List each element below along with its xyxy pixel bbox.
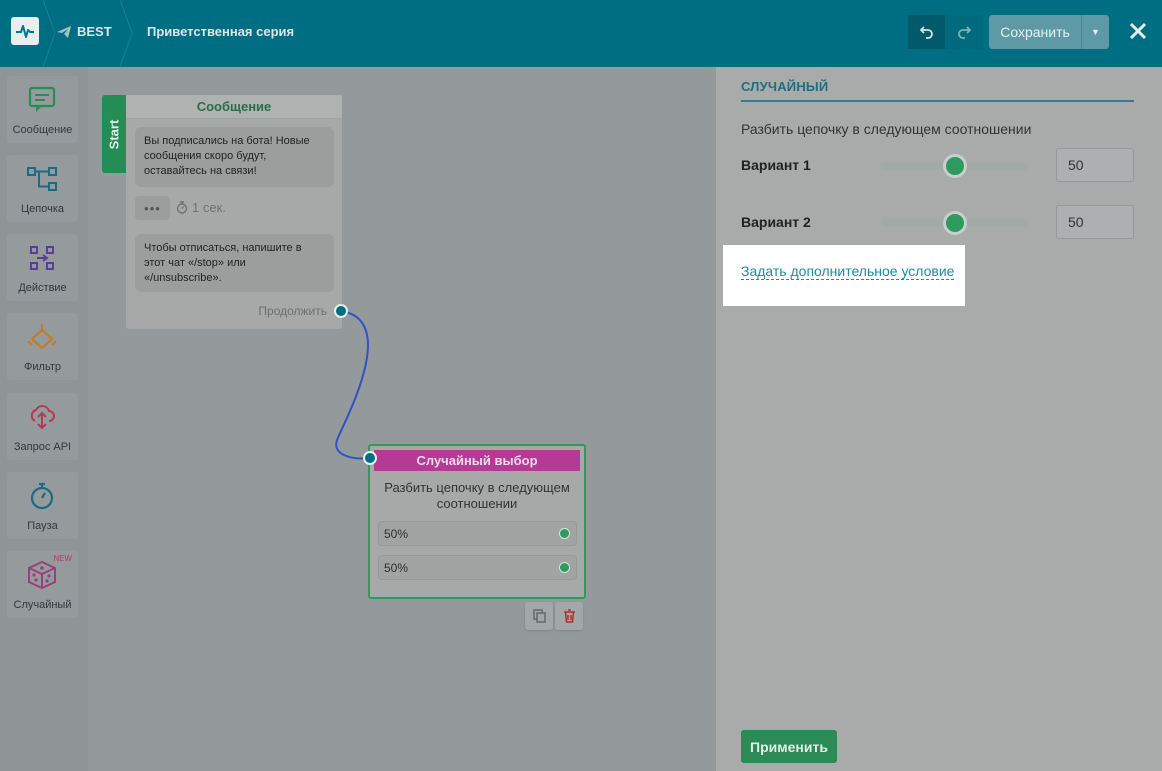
close-icon [1129,22,1147,40]
random-option-row[interactable]: 50% [378,555,577,580]
panel-title: СЛУЧАЙНЫЙ [741,79,829,94]
variant-value-input[interactable]: 50 [1056,205,1134,239]
api-request-icon [30,405,55,430]
chain-icon [27,167,57,191]
panel-subtitle: Разбить цепочку в следующем соотношении [741,121,1032,137]
random-option-row[interactable]: 50% [378,521,577,546]
option-percent: 50% [384,560,409,575]
panel-divider [741,100,1134,102]
breadcrumb-bot[interactable]: BEST [57,24,112,39]
message-icon [28,86,56,112]
option-output-port[interactable] [559,528,570,539]
copy-node-button[interactable] [525,602,553,630]
variant-slider[interactable] [881,154,1029,178]
random-node[interactable]: Случайный выбор Разбить цепочку в следую… [368,444,586,599]
tool-label: Действие [18,282,67,294]
delay-indicator: 1 сек. [176,200,226,215]
tool-pause[interactable]: Пауза [7,472,78,539]
pulse-logo-icon [16,25,34,38]
redo-icon [958,26,971,39]
redo-button[interactable] [945,15,983,49]
dice-icon [28,561,56,589]
breadcrumb-separator [42,0,56,67]
pause-icon [30,482,54,510]
delay-text: 1 сек. [192,200,226,215]
app-logo[interactable] [11,17,39,45]
variant-label: Вариант 2 [741,214,811,230]
history-controls [908,15,983,49]
undo-button[interactable] [908,15,945,49]
tool-action[interactable]: Действие [7,234,78,301]
delete-node-button[interactable] [555,602,583,630]
trash-icon [563,609,575,623]
tool-label: Фильтр [24,361,61,373]
option-output-port[interactable] [559,562,570,573]
message-bubble: Чтобы отписаться, напишите в этот чат «/… [135,234,334,292]
tool-random[interactable]: NEW Случайный [7,551,78,618]
message-node-title: Сообщение [126,95,342,119]
tool-label: Цепочка [21,203,64,215]
tool-api-request[interactable]: Запрос API [7,393,78,460]
message-bubble: Вы подписались на бота! Новые сообщения … [135,127,334,187]
stopwatch-icon [176,201,188,214]
chevron-down-icon: ▼ [1091,27,1100,37]
start-tab: Start [102,95,126,173]
undo-icon [919,26,933,39]
tool-label: Пауза [27,520,58,532]
tool-chain[interactable]: Цепочка [7,155,78,222]
slider-thumb[interactable] [943,211,967,235]
tool-sidebar: Сообщение Цепочка Действие Фильтр Запрос… [0,67,88,771]
message-node[interactable]: Сообщение Вы подписались на бота! Новые … [126,95,342,329]
random-node-title: Случайный выбор [374,450,580,471]
typing-indicator: ••• [135,196,170,220]
input-port[interactable] [363,451,377,465]
save-controls: Сохранить ▼ [989,15,1109,49]
tool-label: Случайный [13,599,72,611]
tool-label: Запрос API [13,441,72,453]
settings-panel: СЛУЧАЙНЫЙ Разбить цепочку в следующем со… [716,67,1162,771]
slider-thumb[interactable] [943,154,967,178]
variant-slider[interactable] [881,211,1029,235]
option-percent: 50% [384,526,409,541]
copy-icon [532,609,546,623]
tool-filter[interactable]: Фильтр [7,313,78,380]
random-node-description: Разбить цепочку в следующем соотношении [384,480,570,511]
output-port[interactable] [334,304,348,318]
breadcrumb-separator [119,0,133,67]
save-dropdown-button[interactable]: ▼ [1081,15,1109,49]
variant-value-input[interactable]: 50 [1056,148,1134,182]
apply-button[interactable]: Применить [741,730,837,763]
continue-label: Продолжить [258,304,327,318]
filter-icon [27,324,57,350]
telegram-icon [57,25,71,38]
variant-label: Вариант 1 [741,157,811,173]
tool-label: Сообщение [12,124,73,136]
flow-title: Приветственная серия [147,24,295,39]
close-button[interactable] [1126,19,1150,43]
top-bar: BEST Приветственная серия Сохранить ▼ [0,0,1162,67]
save-button[interactable]: Сохранить [989,15,1081,49]
action-icon [30,246,54,270]
bot-name: BEST [77,24,112,39]
tool-message[interactable]: Сообщение [7,76,78,143]
add-condition-link[interactable]: Задать дополнительное условие [741,263,955,280]
